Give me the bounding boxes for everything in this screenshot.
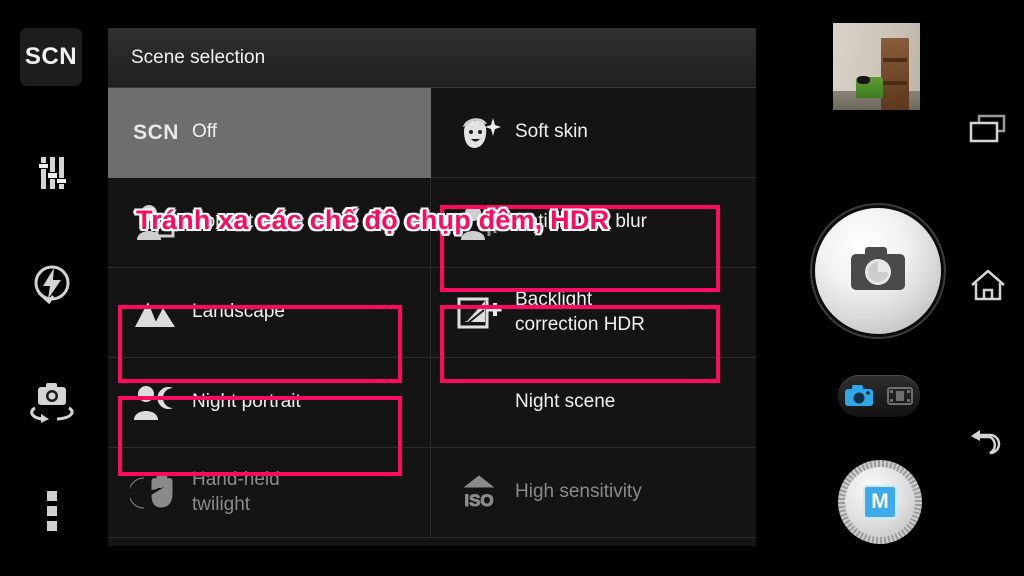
night-portrait-icon xyxy=(130,380,182,426)
scene-item-label: Soft skin xyxy=(515,121,588,143)
scene-item-night-portrait[interactable]: Night portrait xyxy=(108,358,430,448)
landscape-icon xyxy=(130,290,182,336)
right-controls: M xyxy=(760,0,1024,576)
back-button[interactable] xyxy=(968,428,1006,461)
handheld-twilight-icon xyxy=(130,470,182,516)
scene-item-label: Backlight xyxy=(515,288,593,310)
more-options-icon xyxy=(42,487,62,535)
scene-item-label: Hand-held xyxy=(192,468,280,490)
scene-item-backlight-correction-hdr[interactable]: Backlight correction HDR xyxy=(431,268,756,358)
svg-text:ISO: ISO xyxy=(464,491,493,510)
thumbnail-bookshelf xyxy=(880,37,909,110)
sidebar-settings-sliders[interactable] xyxy=(10,140,94,206)
video-mode-icon xyxy=(886,387,913,405)
photo-mode-icon xyxy=(844,385,873,406)
recents-icon xyxy=(968,114,1008,149)
scene-item-label: Landscape xyxy=(192,301,285,323)
video-mode-button[interactable] xyxy=(879,384,920,408)
scn-icon: SCN xyxy=(24,43,78,70)
flash-auto-icon xyxy=(29,260,75,306)
iso-icon: ISO xyxy=(453,470,505,516)
soft-skin-icon xyxy=(453,110,505,156)
back-icon xyxy=(968,430,1006,460)
sidebar-switch-camera[interactable] xyxy=(10,368,94,434)
home-button[interactable] xyxy=(968,268,1008,307)
annotation-caption: Tránh xa các chế độ chụp đêm, HDR xyxy=(136,205,610,235)
scene-mode-grid: SCN Off Soft skin Portrait Anti motion b… xyxy=(108,88,756,538)
mode-dial-inner: M xyxy=(845,467,915,537)
scene-item-landscape[interactable]: Landscape xyxy=(108,268,430,358)
sidebar-scene-mode[interactable]: SCN xyxy=(20,28,82,86)
scene-selection-panel: Scene selection SCN Off Soft skin Portra… xyxy=(108,28,756,546)
sidebar-flash[interactable] xyxy=(10,250,94,316)
last-photo-thumbnail[interactable] xyxy=(833,23,920,110)
photo-video-toggle[interactable] xyxy=(838,375,920,417)
photo-mode-button[interactable] xyxy=(838,384,879,408)
scene-item-night-scene[interactable]: Night scene xyxy=(431,358,756,448)
moon-icon xyxy=(453,380,505,426)
scene-item-label: Off xyxy=(192,121,217,143)
mode-dial-badge: M xyxy=(863,485,897,519)
page-title: Scene selection xyxy=(131,46,266,68)
sidebar-more-options[interactable] xyxy=(10,478,94,544)
backlight-hdr-icon xyxy=(453,290,505,336)
scene-item-off[interactable]: SCN Off xyxy=(108,88,430,178)
scene-item-label: Night scene xyxy=(515,391,616,413)
scene-item-sublabel: correction HDR xyxy=(515,313,645,335)
scene-item-hand-held-twilight[interactable]: Hand-held twilight xyxy=(108,448,430,538)
scene-item-label: High sensitivity xyxy=(515,481,642,503)
panel-title-bar: Scene selection xyxy=(108,28,756,88)
shutter-button[interactable] xyxy=(815,208,941,334)
camera-shutter-icon xyxy=(847,244,909,299)
left-sidebar: SCN xyxy=(0,0,104,576)
recents-button[interactable] xyxy=(968,113,1008,150)
scene-item-high-sensitivity[interactable]: ISO High sensitivity xyxy=(431,448,756,538)
thumbnail-object xyxy=(857,76,871,84)
scene-item-sublabel: twilight xyxy=(192,493,251,515)
scene-item-soft-skin[interactable]: Soft skin xyxy=(431,88,756,178)
sliders-icon xyxy=(30,151,74,195)
scene-item-label: Night portrait xyxy=(192,391,301,413)
mode-dial[interactable]: M xyxy=(838,460,922,544)
home-icon xyxy=(968,269,1008,306)
switch-camera-icon xyxy=(23,377,81,425)
scn-icon: SCN xyxy=(133,120,179,144)
